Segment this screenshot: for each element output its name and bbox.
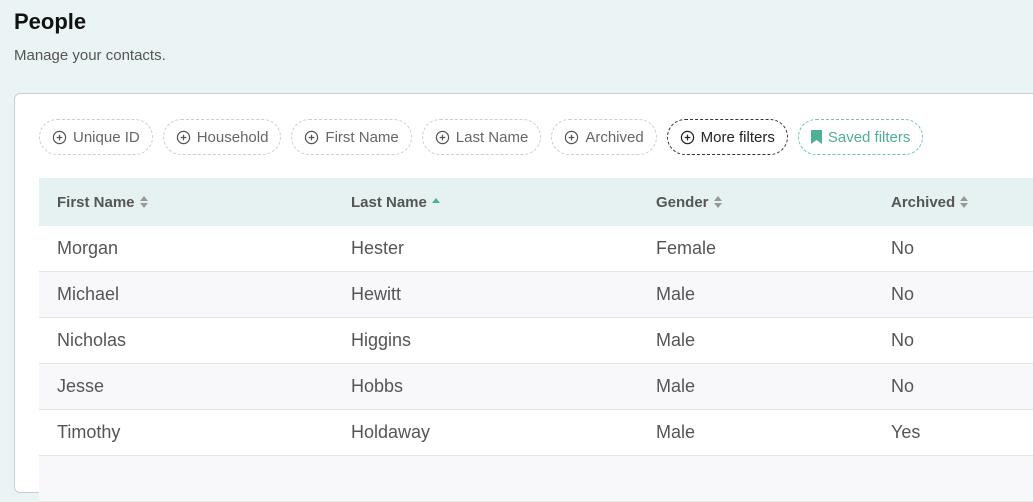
people-card: Unique ID Household First Name Last Name… [14,93,1033,502]
table-row[interactable]: Michael Hewitt Male No [39,272,1033,318]
column-header-archived[interactable]: Archived [891,178,969,226]
cell-first-name: Timothy [57,422,121,442]
sort-ascending-icon [431,195,441,209]
cell-last-name: Higgins [351,330,412,350]
cell-last-name: Hobbs [351,376,404,396]
table-row[interactable]: Morgan Hester Female No [39,226,1033,272]
plus-circle-icon [435,130,450,145]
filter-chip-label: Household [196,128,269,146]
cell-first-name: Nicholas [57,330,127,350]
page-header: People Manage your contacts. [14,8,166,66]
filter-chip-last-name[interactable]: Last Name [421,119,542,155]
table-row[interactable]: Jesse Hobbs Male No [39,364,1033,410]
bookmark-icon [810,130,822,144]
cell-archived: No [891,284,915,304]
cell-archived: No [891,330,915,350]
filter-chip-label: Unique ID [73,128,140,146]
column-header-last-name[interactable]: Last Name [351,178,441,226]
cell-first-name: Morgan [57,238,119,258]
saved-filters-button[interactable]: Saved filters [797,119,924,155]
plus-circle-icon [304,130,319,145]
sort-icon [959,195,969,209]
table-row[interactable]: Timothy Holdaway Male Yes [39,410,1033,456]
plus-circle-icon [680,130,695,145]
saved-filters-label: Saved filters [827,128,911,146]
cell-archived: No [891,238,915,258]
page-subtitle: Manage your contacts. [14,47,166,64]
page-title: People [14,9,87,34]
cell-gender: Female [656,238,717,258]
sort-icon [713,195,723,209]
cell-first-name: Michael [57,284,120,304]
column-header-first-name[interactable]: First Name [57,178,149,226]
cell-gender: Male [656,422,696,442]
plus-circle-icon [52,130,67,145]
table-row[interactable]: Nicholas Higgins Male No [39,318,1033,364]
people-table: First Name Last Name Gender Archived Mor… [39,178,1033,502]
cell-last-name: Hester [351,238,405,258]
cell-archived: Yes [891,422,921,442]
filter-chip-household[interactable]: Household [162,119,282,155]
table-header: First Name Last Name Gender Archived [39,178,1033,226]
plus-circle-icon [176,130,191,145]
column-header-label: First Name [57,193,135,211]
filter-bar: Unique ID Household First Name Last Name… [39,119,924,155]
filter-chip-label: First Name [325,128,399,146]
cell-gender: Male [656,330,696,350]
cell-gender: Male [656,376,696,396]
filter-chip-label: Archived [585,128,644,146]
cell-last-name: Holdaway [351,422,431,442]
cell-last-name: Hewitt [351,284,402,304]
column-header-gender[interactable]: Gender [656,178,723,226]
filter-chip-label: Last Name [455,128,529,146]
cell-first-name: Jesse [57,376,105,396]
plus-circle-icon [564,130,579,145]
column-header-label: Last Name [351,193,427,211]
filter-chip-unique-id[interactable]: Unique ID [39,119,153,155]
cell-archived: No [891,376,915,396]
filter-chip-first-name[interactable]: First Name [291,119,412,155]
column-header-label: Archived [891,193,956,211]
sort-icon [139,195,149,209]
table-row[interactable] [39,456,1033,502]
cell-gender: Male [656,284,696,304]
column-header-label: Gender [656,193,709,211]
more-filters-button[interactable]: More filters [666,119,788,155]
more-filters-label: More filters [700,128,775,146]
filter-chip-archived[interactable]: Archived [551,119,657,155]
